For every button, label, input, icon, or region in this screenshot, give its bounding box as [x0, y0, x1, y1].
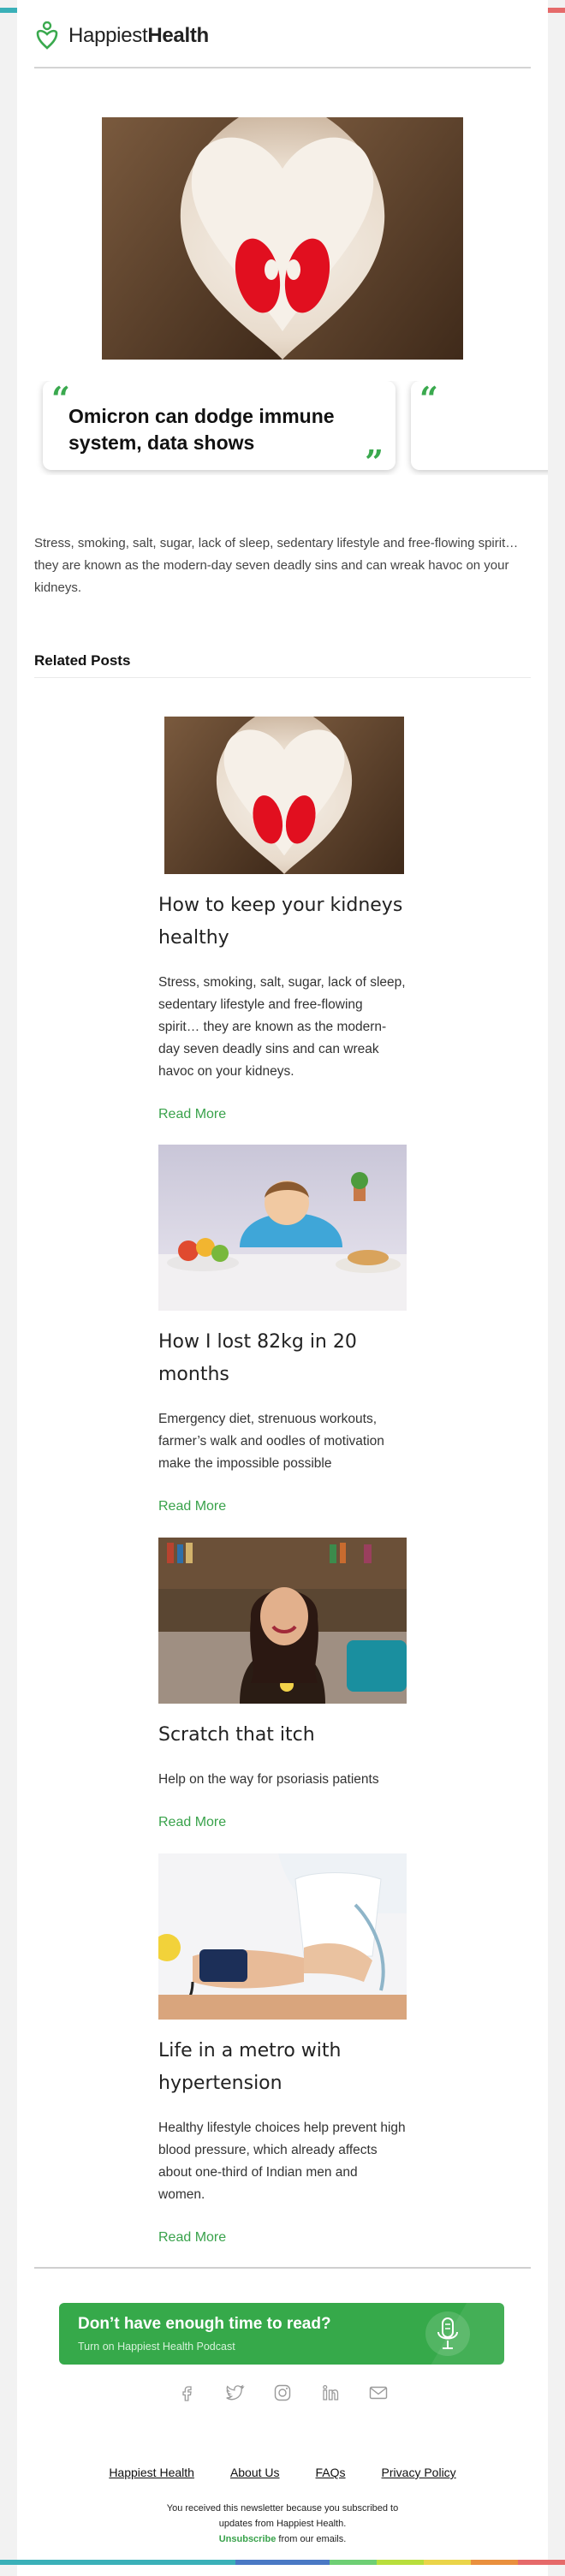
- footer-link-happiest-health[interactable]: Happiest Health: [109, 2466, 194, 2479]
- hero-image[interactable]: [102, 117, 463, 360]
- post-thumbnail-kidneys[interactable]: [164, 717, 404, 874]
- post-excerpt: Help on the way for psoriasis patients: [158, 1772, 379, 1787]
- header: HappiestHealth: [34, 19, 531, 68]
- related-post: Scratch that itch Help on the way for ps…: [158, 1538, 407, 1830]
- related-post: Life in a metro with hypertension Health…: [158, 1853, 407, 2246]
- unsubscribe-link[interactable]: Unsubscribe: [219, 2534, 277, 2544]
- intro-paragraph: Stress, smoking, salt, sugar, lack of sl…: [34, 536, 519, 595]
- post-excerpt: Stress, smoking, salt, sugar, lack of sl…: [158, 975, 406, 1079]
- read-more-link[interactable]: Read More: [158, 2230, 407, 2246]
- quote-card[interactable]: “ Omicron can dodge immune system, data …: [43, 381, 396, 475]
- social-links: [17, 2380, 548, 2406]
- post-title[interactable]: How to keep your kidneys healthy: [158, 889, 407, 955]
- microphone-icon: [437, 2317, 458, 2349]
- unsubscribe-line: Unsubscribe from our emails.: [17, 2531, 548, 2547]
- stripe-segment: [471, 2560, 518, 2565]
- quote-card-next[interactable]: “: [411, 381, 548, 470]
- read-more-link[interactable]: Read More: [158, 1107, 407, 1122]
- close-quote-icon: ”: [365, 443, 384, 476]
- post-excerpt: Emergency diet, strenuous workouts, farm…: [158, 1412, 384, 1471]
- footer-link-faqs[interactable]: FAQs: [316, 2466, 346, 2479]
- related-post: How to keep your kidneys healthy Stress,…: [158, 717, 407, 1122]
- stripe-segment: [424, 2560, 471, 2565]
- related-post: How I lost 82kg in 20 months Emergency d…: [158, 1145, 407, 1514]
- open-quote-icon: “: [51, 381, 70, 418]
- footer-link-about-us[interactable]: About Us: [230, 2466, 280, 2479]
- post-thumbnail-woman[interactable]: [158, 1538, 407, 1704]
- post-title[interactable]: How I lost 82kg in 20 months: [158, 1326, 407, 1391]
- quote-carousel[interactable]: “ Omicron can dodge immune system, data …: [17, 381, 548, 475]
- footer-notice: You received this newsletter because you…: [17, 2501, 548, 2547]
- open-quote-icon: “: [419, 381, 438, 418]
- brand-logo[interactable]: HappiestHealth: [34, 21, 209, 51]
- linkedin-icon[interactable]: [318, 2380, 343, 2406]
- footer-links: Happiest Health About Us FAQs Privacy Po…: [17, 2466, 548, 2479]
- post-title[interactable]: Life in a metro with hypertension: [158, 2035, 407, 2100]
- post-thumbnail-boy[interactable]: [158, 1145, 407, 1311]
- notice-line-2: updates from Happiest Health.: [218, 2519, 347, 2529]
- post-title[interactable]: Scratch that itch: [158, 1719, 407, 1752]
- twitter-icon[interactable]: [222, 2380, 247, 2406]
- bottom-color-stripe: [0, 2560, 565, 2565]
- stripe-segment: [235, 2560, 282, 2565]
- footer-link-privacy-policy[interactable]: Privacy Policy: [382, 2466, 456, 2479]
- podcast-banner[interactable]: Don’t have enough time to read? Turn on …: [59, 2303, 504, 2365]
- instagram-icon[interactable]: [270, 2380, 295, 2406]
- stripe-segment: [47, 2560, 94, 2565]
- heart-person-icon: [36, 21, 58, 50]
- read-more-link[interactable]: Read More: [158, 1499, 407, 1514]
- stripe-segment: [141, 2560, 188, 2565]
- section-divider: [34, 2267, 531, 2269]
- unsubscribe-suffix: from our emails.: [276, 2534, 347, 2544]
- related-posts-heading: Related Posts: [34, 652, 531, 678]
- post-thumbnail-blood-pressure[interactable]: [158, 1853, 407, 2020]
- stripe-segment: [188, 2560, 235, 2565]
- facebook-icon[interactable]: [174, 2380, 199, 2406]
- notice-line-1: You received this newsletter because you…: [166, 2503, 399, 2514]
- stripe-segment: [518, 2560, 565, 2565]
- stripe-segment: [0, 2560, 47, 2565]
- mail-icon[interactable]: [366, 2380, 391, 2406]
- post-excerpt: Healthy lifestyle choices help prevent h…: [158, 2121, 406, 2202]
- read-more-link[interactable]: Read More: [158, 1815, 407, 1830]
- quote-text: Omicron can dodge immune system, data sh…: [68, 405, 335, 454]
- podcast-headline: Don’t have enough time to read?: [78, 2315, 331, 2333]
- podcast-subtext: Turn on Happiest Health Podcast: [78, 2341, 235, 2353]
- stripe-segment: [330, 2560, 377, 2565]
- newsletter-body: HappiestHealth “ Omicron can dodge immun…: [17, 0, 548, 2576]
- stripe-segment: [94, 2560, 141, 2565]
- stripe-segment: [377, 2560, 424, 2565]
- brand-name: HappiestHealth: [68, 24, 209, 47]
- stripe-segment: [282, 2560, 330, 2565]
